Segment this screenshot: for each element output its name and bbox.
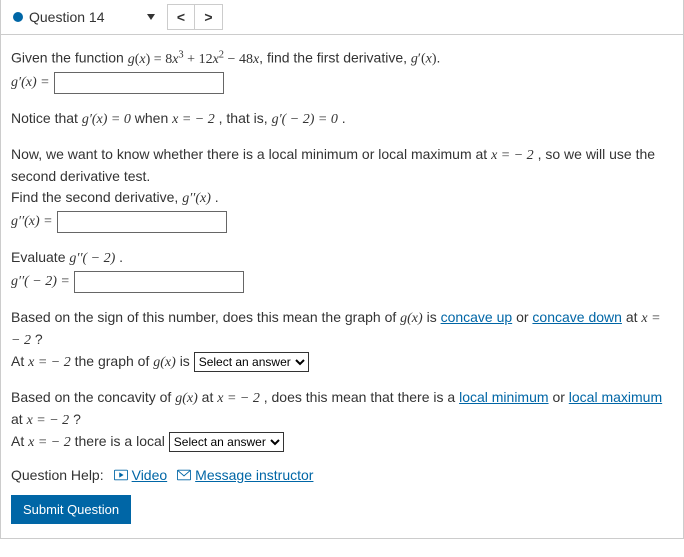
text: . (342, 110, 346, 126)
question-selector[interactable]: Question 14 (9, 7, 159, 27)
math: x = − 2 (27, 413, 70, 428)
text: the graph of (75, 353, 154, 369)
text: At (11, 433, 28, 449)
first-derivative-input[interactable] (54, 72, 224, 94)
g2prime-lhs: g′′(x) = (11, 211, 53, 232)
submit-question-button[interactable]: Submit Question (11, 495, 131, 524)
math: g(x) (400, 311, 423, 326)
text: , find the first derivative, (259, 50, 411, 66)
text: at (626, 309, 642, 325)
text: or (516, 309, 532, 325)
chevron-right-icon: > (204, 9, 212, 25)
extremum-select[interactable]: Select an answer (169, 432, 284, 452)
text: ? (35, 331, 43, 347)
text: or (552, 389, 568, 405)
text: there is a local (75, 433, 169, 449)
evaluate-para: Evaluate g′′( − 2) . g′′( − 2) = (11, 247, 673, 293)
math: g′(x) = 0 (82, 112, 131, 127)
evaluate-row: g′′( − 2) = (11, 271, 673, 293)
gprime: g′(x) (411, 52, 437, 67)
mail-icon (177, 469, 191, 481)
next-question-button[interactable]: > (195, 4, 223, 30)
video-help-link[interactable]: Video (114, 467, 168, 483)
text: at (202, 389, 218, 405)
text: Given the function (11, 50, 128, 66)
help-label: Question Help: (11, 467, 104, 483)
text: Now, we want to know whether there is a … (11, 146, 491, 162)
math: x = − 2 (28, 435, 71, 450)
math: x = − 2 (217, 391, 260, 406)
text: at (11, 411, 27, 427)
math: g′′( − 2) (69, 251, 115, 266)
text: . (215, 189, 219, 205)
math: x = − 2 (491, 148, 534, 163)
text: Evaluate (11, 249, 69, 265)
local-minimum-link[interactable]: local minimum (459, 389, 548, 405)
nav-buttons: < > (167, 4, 223, 30)
prev-question-button[interactable]: < (167, 4, 195, 30)
prompt-intro: Given the function g(x) = 8x3 + 12x2 − 4… (11, 47, 673, 94)
text: ? (73, 411, 81, 427)
g2prime-at-lhs: g′′( − 2) = (11, 271, 70, 292)
extremum-question: Based on the concavity of g(x) at x = − … (11, 387, 673, 453)
math: g(x) (153, 355, 176, 370)
text: , that is, (219, 110, 272, 126)
message-label: Message instructor (195, 467, 313, 483)
math: x = − 2 (172, 112, 215, 127)
text: . (437, 50, 441, 66)
math: x = − 2 (28, 355, 71, 370)
caret-down-icon (147, 14, 155, 20)
question-help-row: Question Help: Video Message instructor (11, 467, 673, 483)
concave-up-link[interactable]: concave up (441, 309, 513, 325)
math: g(x) (175, 391, 198, 406)
text: when (135, 110, 172, 126)
text: Notice that (11, 110, 82, 126)
first-derivative-row: g′(x) = (11, 72, 673, 94)
text: Based on the concavity of (11, 389, 175, 405)
question-label: Question 14 (29, 9, 105, 25)
text: is (427, 309, 441, 325)
message-instructor-link[interactable]: Message instructor (177, 467, 313, 483)
concave-down-link[interactable]: concave down (532, 309, 622, 325)
question-body: Given the function g(x) = 8x3 + 12x2 − 4… (0, 35, 684, 539)
function-def: g(x) = 8x3 + 12x2 − 48x (128, 52, 259, 67)
second-derivative-intro: Now, we want to know whether there is a … (11, 144, 673, 233)
text: Based on the sign of this number, does t… (11, 309, 400, 325)
text: . (119, 249, 123, 265)
text: , does this mean that there is a (264, 389, 459, 405)
math: g′′(x) (182, 191, 211, 206)
video-label: Video (132, 467, 168, 483)
notice-para: Notice that g′(x) = 0 when x = − 2 , tha… (11, 108, 673, 130)
text: is (180, 353, 194, 369)
second-derivative-row: g′′(x) = (11, 211, 673, 233)
question-header: Question 14 < > (0, 0, 684, 35)
status-dot-icon (13, 12, 23, 22)
text: At (11, 353, 28, 369)
gprime-lhs: g′(x) = (11, 72, 50, 93)
chevron-left-icon: < (177, 9, 185, 25)
concavity-question: Based on the sign of this number, does t… (11, 307, 673, 373)
text: Find the second derivative, (11, 189, 182, 205)
evaluate-input[interactable] (74, 271, 244, 293)
video-icon (114, 469, 128, 481)
concavity-select[interactable]: Select an answer (194, 352, 309, 372)
second-derivative-input[interactable] (57, 211, 227, 233)
local-maximum-link[interactable]: local maximum (569, 389, 662, 405)
math: g′( − 2) = 0 (272, 112, 338, 127)
